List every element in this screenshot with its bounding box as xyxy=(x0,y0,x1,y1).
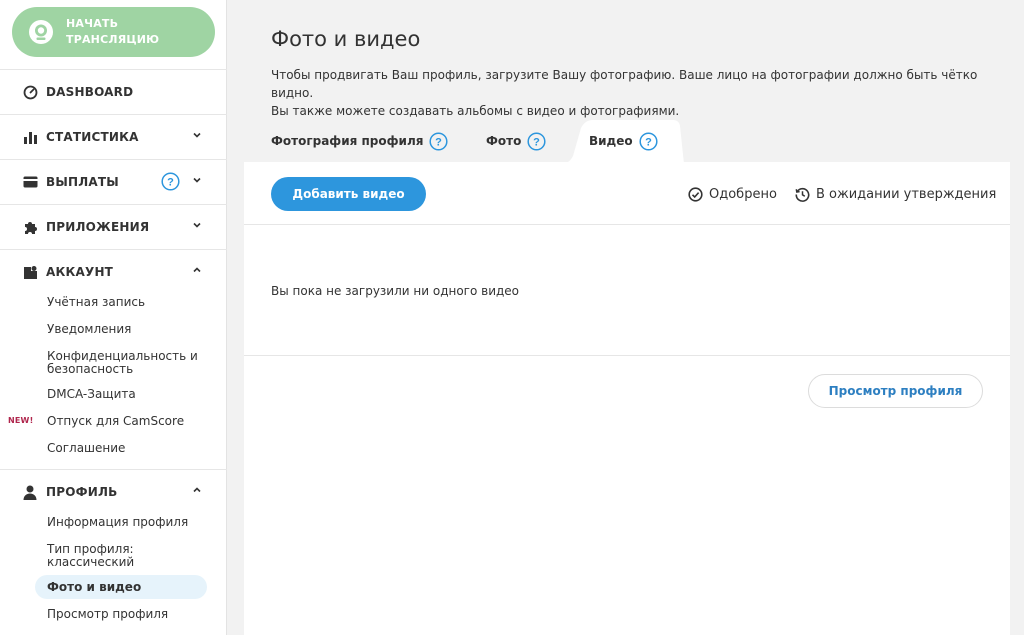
tab-photo[interactable]: Фото ? xyxy=(486,120,546,162)
chevron-down-icon[interactable] xyxy=(192,175,202,185)
nav-dashboard-label: DASHBOARD xyxy=(46,85,134,99)
start-stream-label-1: НАЧАТЬ xyxy=(66,17,119,30)
sidebar-item-profile-type-line2: классический xyxy=(47,555,135,569)
page-description-line1: Чтобы продвигать Ваш профиль, загрузите … xyxy=(271,68,978,100)
help-icon[interactable]: ? xyxy=(639,131,658,151)
user-settings-icon xyxy=(22,264,38,280)
nav-section-profile: ПРОФИЛЬ xyxy=(0,469,227,500)
nav-payouts-label: ВЫПЛАТЫ xyxy=(46,175,119,189)
wallet-icon xyxy=(22,174,38,190)
check-circle-icon xyxy=(688,186,703,202)
empty-state-message: Вы пока не загрузили ни одного видео xyxy=(271,284,520,298)
tab-profile-photo-label: Фотография профиля xyxy=(271,134,424,148)
chevron-up-icon[interactable] xyxy=(192,265,202,275)
sidebar-item-account[interactable]: Учётная запись xyxy=(47,296,145,309)
sidebar-item-profile-info[interactable]: Информация профиля xyxy=(47,516,188,529)
nav-dashboard[interactable]: DASHBOARD xyxy=(0,70,227,114)
svg-text:?: ? xyxy=(436,136,443,148)
start-stream-label-2: ТРАНСЛЯЦИЮ xyxy=(66,33,160,46)
divider xyxy=(244,355,1010,356)
svg-text:?: ? xyxy=(533,136,540,148)
tab-profile-photo[interactable]: Фотография профиля ? xyxy=(271,120,448,162)
divider xyxy=(244,224,1010,225)
sidebar-item-privacy[interactable]: Конфиденциальность и безопасность xyxy=(47,350,198,376)
bar-chart-icon xyxy=(22,129,38,145)
view-profile-button[interactable]: Просмотр профиля xyxy=(808,374,983,408)
sidebar: НАЧАТЬ ТРАНСЛЯЦИЮ DASHBOARD СТАТИСТИКА В… xyxy=(0,0,227,635)
nav-stats-label: СТАТИСТИКА xyxy=(46,130,139,144)
webcam-icon xyxy=(29,20,53,44)
sidebar-item-photos-videos[interactable]: Фото и видео xyxy=(47,581,141,594)
nav-section-apps: ПРИЛОЖЕНИЯ xyxy=(0,204,227,234)
history-clock-icon xyxy=(795,187,810,202)
sidebar-item-privacy-line2: безопасность xyxy=(47,362,134,376)
puzzle-icon xyxy=(22,219,38,235)
gauge-icon xyxy=(22,84,38,100)
nav-section-dashboard: DASHBOARD xyxy=(0,69,227,99)
nav-account-label: АККАУНТ xyxy=(46,265,114,279)
page-description: Чтобы продвигать Ваш профиль, загрузите … xyxy=(271,66,991,120)
chevron-down-icon[interactable] xyxy=(192,220,202,230)
sidebar-item-notifications[interactable]: Уведомления xyxy=(47,323,131,336)
filter-pending[interactable]: В ожидании утверждения xyxy=(795,186,996,202)
new-badge: NEW! xyxy=(8,416,34,425)
tab-photo-label: Фото xyxy=(486,134,522,148)
svg-text:?: ? xyxy=(645,136,652,148)
filter-pending-label: В ожидании утверждения xyxy=(816,186,997,202)
sidebar-item-agreement[interactable]: Соглашение xyxy=(47,442,125,455)
filter-approved[interactable]: Одобрено xyxy=(688,186,777,202)
tab-video-label: Видео xyxy=(589,134,633,148)
sidebar-item-view-profile[interactable]: Просмотр профиля xyxy=(47,608,168,621)
nav-apps-label: ПРИЛОЖЕНИЯ xyxy=(46,220,150,234)
page-title: Фото и видео xyxy=(271,27,421,51)
tab-video[interactable]: Видео ? xyxy=(589,120,658,162)
nav-section-stats: СТАТИСТИКА xyxy=(0,114,227,144)
nav-section-payouts: ВЫПЛАТЫ ? xyxy=(0,159,227,191)
start-stream-button[interactable]: НАЧАТЬ ТРАНСЛЯЦИЮ xyxy=(12,7,215,57)
filter-approved-label: Одобрено xyxy=(709,186,777,202)
chevron-down-icon[interactable] xyxy=(192,130,202,140)
sidebar-item-profile-type[interactable]: Тип профиля: классический xyxy=(47,543,134,569)
help-icon[interactable]: ? xyxy=(161,172,180,191)
user-icon xyxy=(22,484,38,500)
help-icon[interactable]: ? xyxy=(527,131,546,151)
nav-profile-label: ПРОФИЛЬ xyxy=(46,485,118,499)
sidebar-item-dmca[interactable]: DMCA-Защита xyxy=(47,388,136,401)
sidebar-item-camscore[interactable]: Отпуск для CamScore xyxy=(47,415,184,428)
help-icon[interactable]: ? xyxy=(429,131,448,151)
chevron-up-icon[interactable] xyxy=(192,485,202,495)
add-video-button[interactable]: Добавить видео xyxy=(271,177,426,211)
nav-section-account: АККАУНТ xyxy=(0,249,227,279)
svg-text:?: ? xyxy=(167,177,174,189)
